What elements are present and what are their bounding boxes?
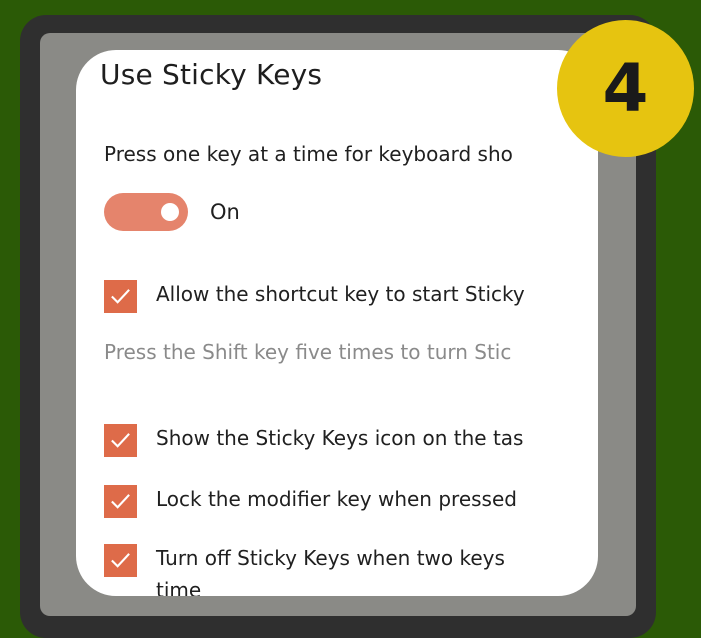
sticky-keys-title: Use Sticky Keys xyxy=(100,58,323,91)
check-icon xyxy=(111,494,130,509)
shortcut-key-label: Allow the shortcut key to start Sticky xyxy=(156,282,525,306)
shortcut-key-checkbox[interactable] xyxy=(104,280,137,313)
show-icon-label: Show the Sticky Keys icon on the tas xyxy=(156,426,524,450)
toggle-knob xyxy=(161,203,179,221)
turn-off-label-continuation: time xyxy=(156,578,202,596)
toggle-state-label: On xyxy=(210,200,240,224)
turn-off-label: Turn off Sticky Keys when two keys xyxy=(156,546,505,570)
show-icon-checkbox[interactable] xyxy=(104,424,137,457)
step-number-badge: 4 xyxy=(557,20,694,157)
lock-modifier-checkbox[interactable] xyxy=(104,485,137,518)
check-icon xyxy=(111,553,130,568)
lock-modifier-label: Lock the modifier key when pressed xyxy=(156,487,517,511)
sticky-keys-toggle[interactable] xyxy=(104,193,188,231)
turn-off-checkbox[interactable] xyxy=(104,544,137,577)
sticky-keys-description: Press one key at a time for keyboard sho xyxy=(104,142,513,166)
shortcut-hint: Press the Shift key five times to turn S… xyxy=(104,340,512,364)
step-number: 4 xyxy=(602,50,649,127)
check-icon xyxy=(111,289,130,304)
sticky-keys-settings-panel: Use Sticky Keys Press one key at a time … xyxy=(76,50,598,596)
check-icon xyxy=(111,433,130,448)
